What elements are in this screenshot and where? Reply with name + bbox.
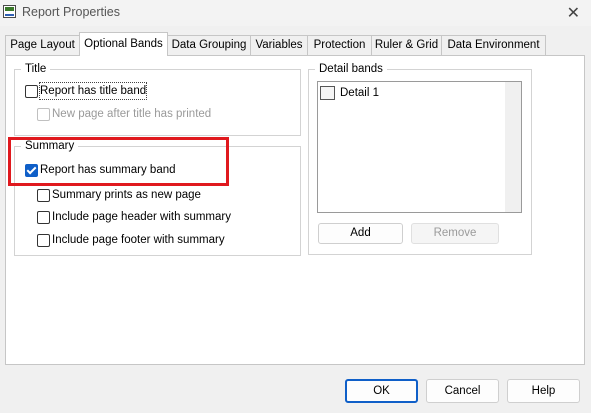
title-band-check-icon[interactable] xyxy=(25,85,38,98)
close-icon[interactable]: ✕ xyxy=(567,3,580,22)
new-page-check-icon[interactable] xyxy=(37,108,50,121)
report-has-title-band-label: Report has title band xyxy=(38,82,148,100)
title-group-legend: Title xyxy=(21,62,51,76)
include-header-check-icon[interactable] xyxy=(37,211,50,224)
include-footer-check-icon[interactable] xyxy=(37,234,50,247)
highlight-box xyxy=(8,137,229,186)
detail-bands-legend: Detail bands xyxy=(315,62,387,76)
tab-optional-bands[interactable]: Optional Bands xyxy=(79,32,168,56)
band-swatch-icon xyxy=(320,86,335,100)
detail-band-label: Detail 1 xyxy=(340,87,379,99)
add-band-button[interactable]: Add xyxy=(318,223,403,244)
remove-band-button[interactable]: Remove xyxy=(411,223,499,244)
include-footer-checkbox[interactable]: Include page footer with summary xyxy=(37,232,277,248)
ok-button[interactable]: OK xyxy=(345,379,418,403)
tab-protection[interactable]: Protection xyxy=(307,35,372,55)
summary-prints-new-page-checkbox[interactable]: Summary prints as new page xyxy=(37,187,277,203)
summary-prints-new-page-label: Summary prints as new page xyxy=(52,189,201,201)
tab-data-grouping[interactable]: Data Grouping xyxy=(167,35,251,55)
list-scrollbar[interactable] xyxy=(505,82,521,212)
tab-strip: Page Layout Optional Bands Data Grouping… xyxy=(5,32,585,56)
new-page-after-title-checkbox[interactable]: New page after title has printed xyxy=(37,106,277,122)
tab-variables[interactable]: Variables xyxy=(250,35,308,55)
tab-page-layout[interactable]: Page Layout xyxy=(5,35,80,55)
tab-ruler-grid[interactable]: Ruler & Grid xyxy=(371,35,442,55)
help-button[interactable]: Help xyxy=(507,379,580,403)
new-page-after-title-label: New page after title has printed xyxy=(52,108,212,120)
include-header-checkbox[interactable]: Include page header with summary xyxy=(37,209,277,225)
tab-data-environment[interactable]: Data Environment xyxy=(441,35,546,55)
include-header-label: Include page header with summary xyxy=(52,211,231,223)
include-footer-label: Include page footer with summary xyxy=(52,234,225,246)
report-app-icon xyxy=(3,5,16,18)
title-bar: Report Properties ✕ xyxy=(0,0,591,26)
title-group: Title Report has title band New page aft… xyxy=(14,62,301,136)
window-title: Report Properties xyxy=(22,5,120,19)
report-has-title-band-checkbox[interactable]: Report has title band xyxy=(25,82,225,100)
summary-new-page-check-icon[interactable] xyxy=(37,189,50,202)
cancel-button[interactable]: Cancel xyxy=(426,379,499,403)
detail-bands-list[interactable]: Detail 1 xyxy=(317,81,522,213)
